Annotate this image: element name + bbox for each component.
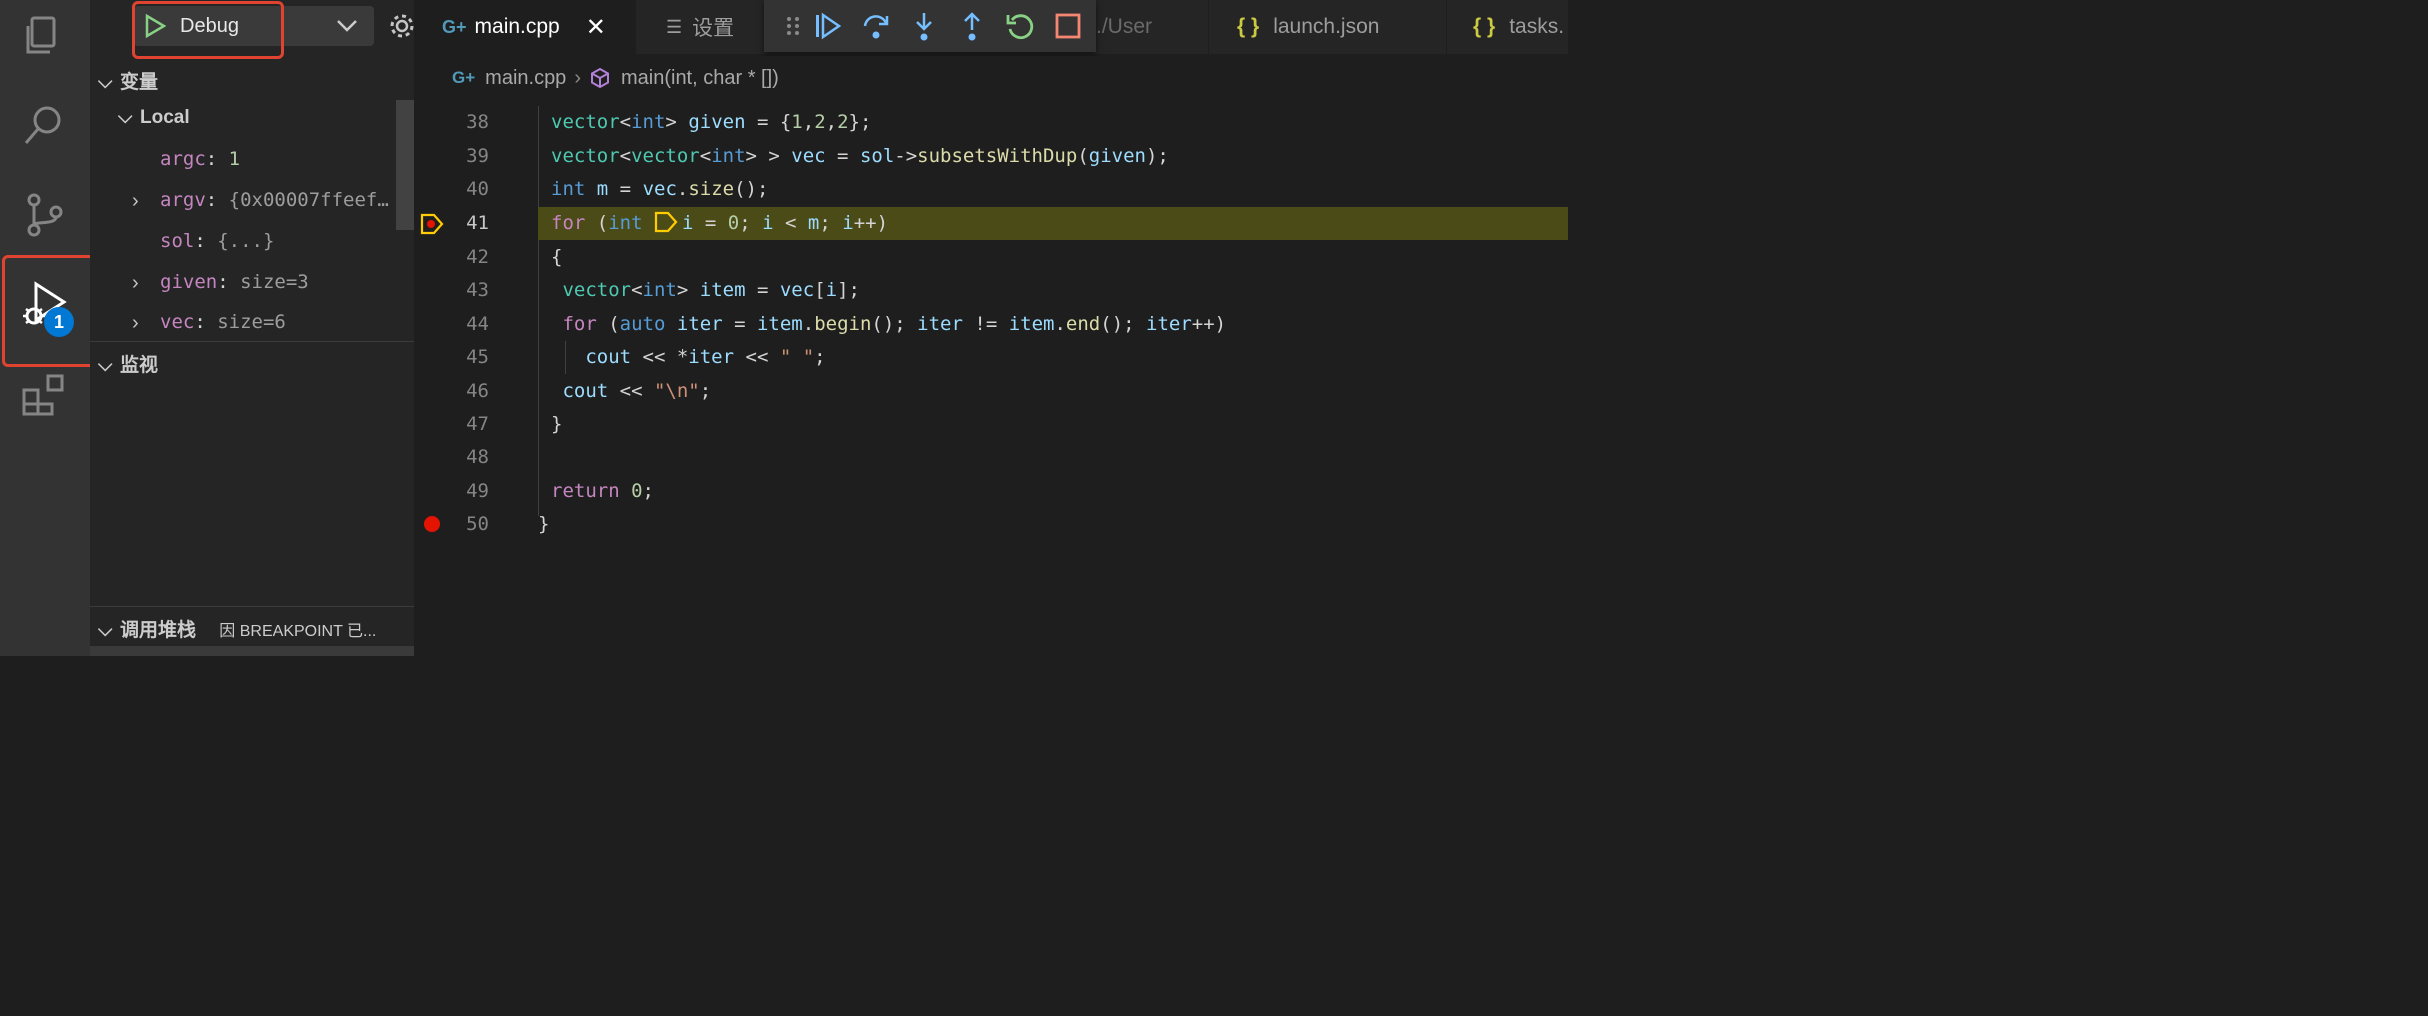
variable-row[interactable]: given: size=3 [160,271,309,293]
code-line[interactable]: 43 vector<int> item = vec[i]; [414,274,1568,307]
code-line[interactable]: 50 } [414,508,1568,541]
breadcrumb: G+ main.cpp › main(int, char * []) [414,56,1568,100]
code-line[interactable]: 45 cout << *iter << " "; [414,341,1568,374]
variable-row[interactable]: argc: 1 [160,148,240,170]
drag-handle-icon[interactable] [778,10,810,42]
callstack-status: 因 BREAKPOINT 已... [219,623,377,640]
code-line[interactable]: 46 cout << "\n"; [414,375,1568,408]
line-number: 49 [466,480,489,502]
chevron-down-icon: ⌵ [98,355,113,376]
json-braces-icon: { } [1237,15,1260,38]
variables-section-header[interactable]: ⌵ 变量 [90,67,158,94]
variables-scrollbar[interactable] [396,100,414,230]
code-line[interactable]: 49 return 0; [414,475,1568,508]
line-number: 47 [466,413,489,435]
chevron-down-icon: ⌵ [98,72,113,93]
explorer-icon[interactable] [20,12,68,60]
step-into-icon[interactable] [908,10,940,42]
chevron-right-icon[interactable]: › [132,312,139,335]
tab-tasks-json[interactable]: { } tasks. [1446,0,1568,54]
restart-icon[interactable] [1004,10,1036,42]
cpp-file-icon: G+ [452,68,476,87]
code-line[interactable]: 40 int m = vec.size(); [414,173,1568,206]
code-line[interactable]: 41 for (int i = 0; i < m; i++) [414,207,1568,240]
code-line[interactable]: 44 for (auto iter = item.begin(); iter !… [414,308,1568,341]
line-number: 44 [466,313,489,335]
source-control-icon[interactable] [20,190,68,238]
breadcrumb-file[interactable]: main.cpp [485,67,566,90]
code-line[interactable]: 38 vector<int> given = {1,2,2}; [414,106,1568,139]
settings-list-icon: ☰ [666,16,683,37]
chevron-right-icon: › [574,66,581,89]
callstack-strip [90,646,414,656]
tab-user[interactable]: ./User [1096,0,1206,54]
tab-launch-json[interactable]: { } launch.json [1208,0,1444,54]
search-icon[interactable] [20,100,68,148]
line-number: 42 [466,246,489,268]
inline-breakpoint-icon[interactable] [654,207,682,240]
tab-main-cpp[interactable]: G+ main.cpp ✕ [414,0,636,54]
chevron-down-icon[interactable] [336,18,358,34]
line-number: 43 [466,279,489,301]
breadcrumb-symbol[interactable]: main(int, char * []) [621,67,779,90]
code-line[interactable]: 48 [414,441,1568,474]
code-editor[interactable]: 38 vector<int> given = {1,2,2}; 39 vecto… [414,100,1568,656]
watch-section-header[interactable]: ⌵ 监视 [90,350,158,377]
method-cube-icon [590,67,609,89]
line-number: 38 [466,111,489,133]
chevron-right-icon[interactable]: › [132,190,139,213]
json-braces-icon: { } [1473,15,1496,38]
step-out-icon[interactable] [956,10,988,42]
stop-icon[interactable] [1052,10,1084,42]
line-number: 39 [466,145,489,167]
close-icon[interactable]: ✕ [586,13,606,42]
code-line[interactable]: 42 { [414,241,1568,274]
variable-row[interactable]: vec: size=6 [160,311,286,333]
gear-icon[interactable] [388,12,414,40]
local-scope-header[interactable]: ⌵ Local [110,107,190,129]
debug-sidebar: Debug ⌵ 变量 ⌵ Local argc: 1 › argv: {0x0000… [90,0,414,656]
extensions-icon[interactable] [20,370,68,418]
line-number: 45 [466,346,489,368]
line-number: 48 [466,446,489,468]
cpp-file-icon: G+ [442,16,467,37]
chevron-right-icon[interactable]: › [132,272,139,295]
chevron-down-icon: ⌵ [118,107,133,128]
variable-row[interactable]: sol: {...} [160,230,274,252]
chevron-down-icon: ⌵ [98,620,113,641]
line-number: 40 [466,178,489,200]
section-divider [90,606,414,607]
variable-row[interactable]: argv: {0x00007ffeef… [160,189,389,211]
code-line[interactable]: 47 } [414,408,1568,441]
debug-toolbar [764,0,1096,52]
tab-settings[interactable]: ☰ 设置 [666,0,766,54]
line-number: 50 [466,513,489,535]
callstack-section-header[interactable]: ⌵ 调用堆栈 因 BREAKPOINT 已... [90,615,376,642]
line-number: 41 [466,212,489,234]
step-over-icon[interactable] [860,10,892,42]
activity-bar: 1 [0,0,112,656]
section-divider [90,341,414,342]
line-number: 46 [466,380,489,402]
code-line[interactable]: 39 vector<vector<int> > vec = sol->subse… [414,140,1568,173]
continue-icon[interactable] [812,10,844,42]
debug-select-highlight [132,1,284,59]
